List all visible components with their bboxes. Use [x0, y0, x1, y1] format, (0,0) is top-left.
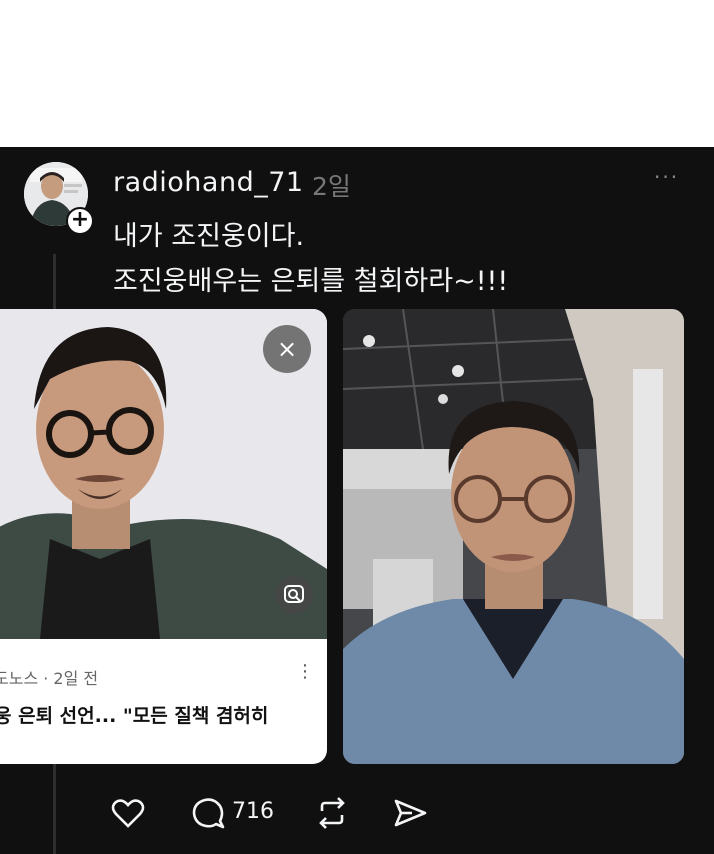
- news-headline[interactable]: 웅 은퇴 선언... "모든 질책 겸허히: [0, 701, 268, 728]
- username[interactable]: radiohand_71: [113, 167, 304, 198]
- close-icon[interactable]: ×: [263, 325, 311, 373]
- post-text-line-2: 조진웅배우는 은퇴를 철회하라~!!!: [113, 266, 509, 297]
- heart-icon[interactable]: [110, 795, 146, 835]
- comment-icon[interactable]: [190, 795, 226, 835]
- share-icon[interactable]: [392, 795, 428, 835]
- selfie-photo[interactable]: [343, 309, 684, 764]
- follow-plus-icon[interactable]: +: [66, 207, 94, 235]
- repost-icon[interactable]: [314, 795, 350, 835]
- more-options-icon[interactable]: ···: [654, 165, 679, 189]
- thread-post: + radiohand_71 2일 ··· 내가 조진웅이다. 조진웅배우는 은…: [0, 147, 714, 854]
- news-link-card[interactable]: × 도노스 · 2일 전 ⋮ 웅 은퇴 선언... "모든 질책 겸허히: [0, 309, 327, 764]
- news-source: 도노스 · 2일 전: [0, 669, 99, 688]
- image-search-icon[interactable]: [275, 576, 313, 614]
- reply-count: 716: [232, 799, 274, 824]
- top-blank-area: [0, 0, 714, 147]
- post-text-line-1: 내가 조진웅이다.: [113, 221, 305, 252]
- kebab-menu-icon[interactable]: ⋮: [296, 661, 314, 682]
- post-timestamp: 2일: [312, 172, 351, 201]
